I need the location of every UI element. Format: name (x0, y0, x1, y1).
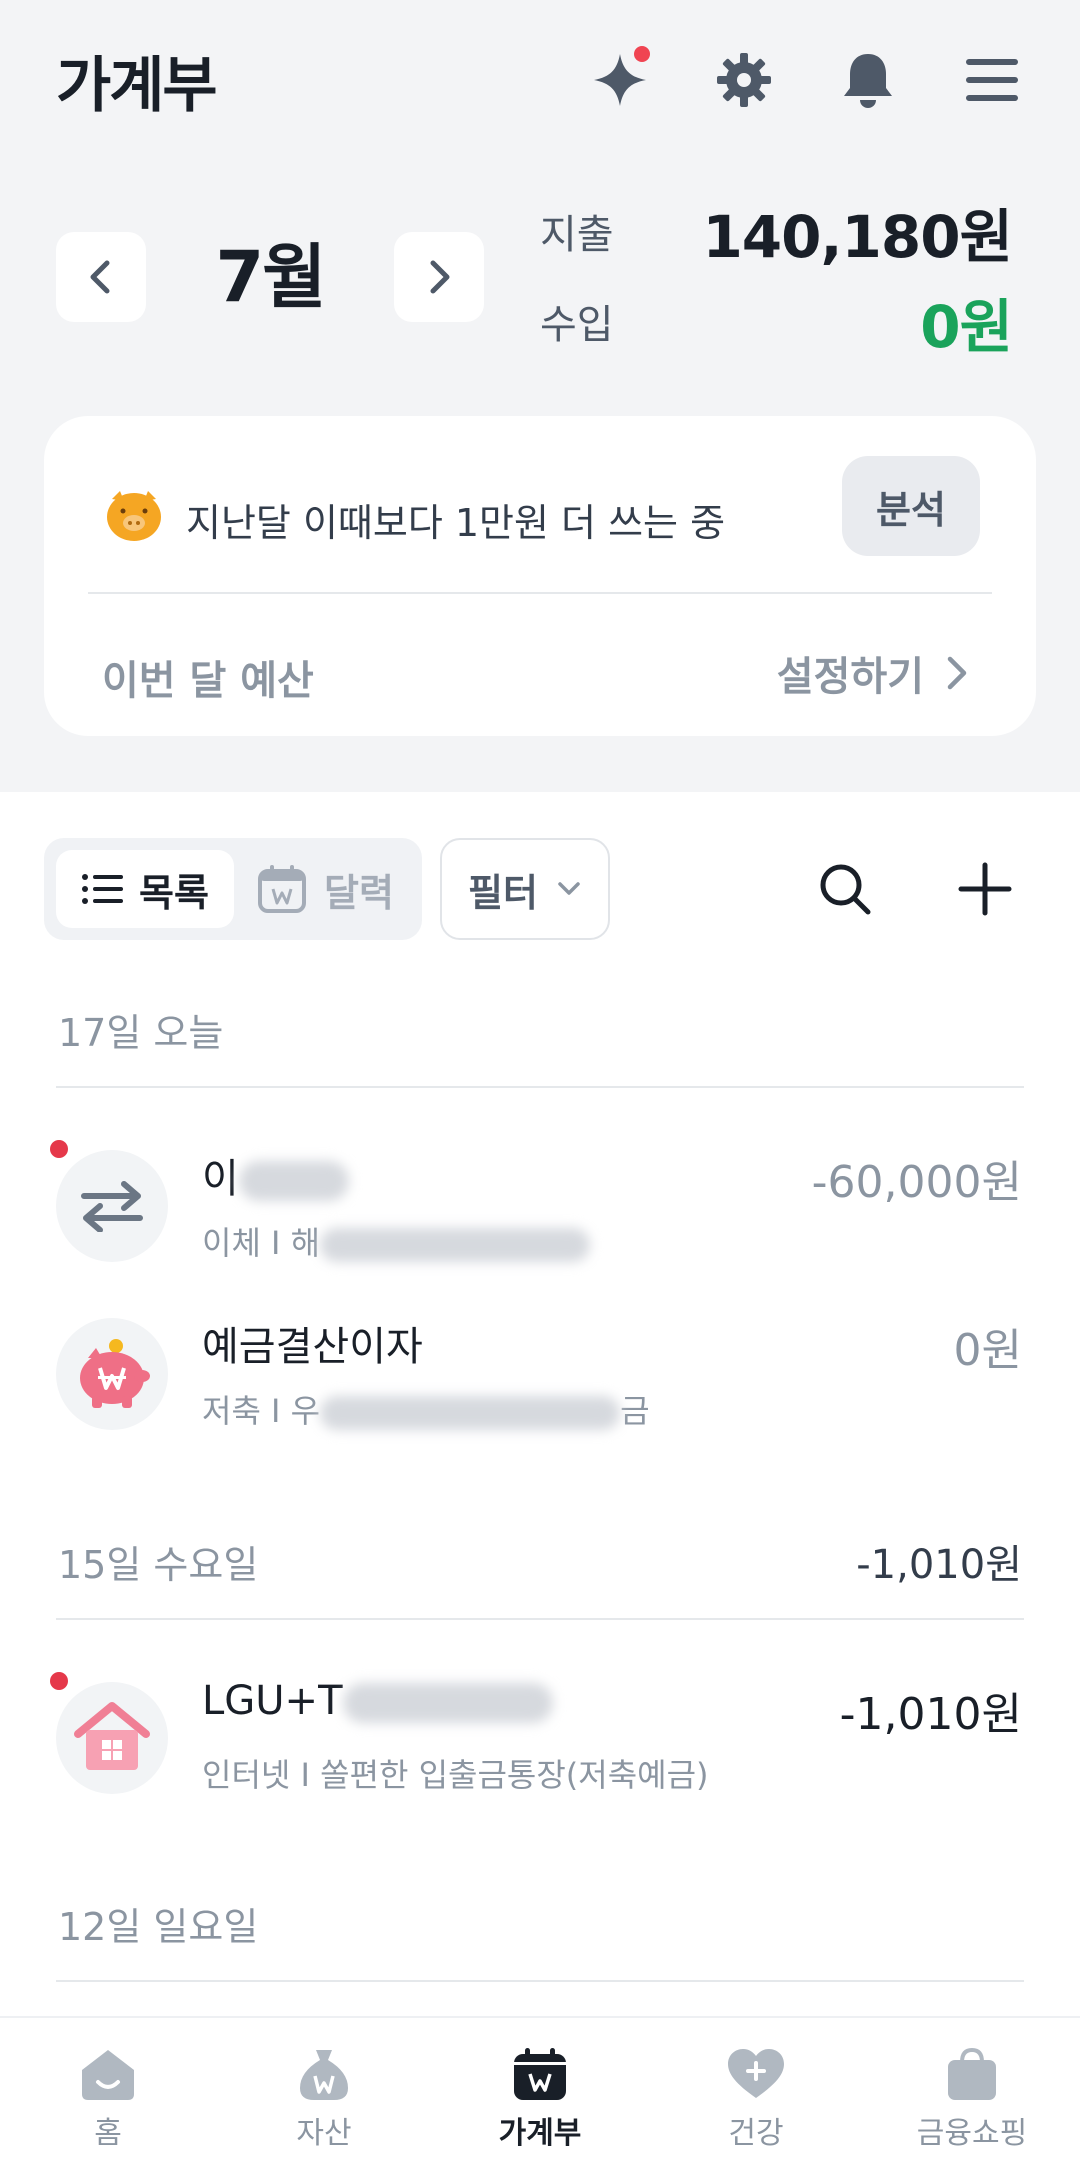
calendar-view-tab[interactable]: 달력 (256, 850, 406, 928)
insight-message: 지난달 이때보다 1만원 더 쓰는 중 (186, 500, 726, 545)
add-icon[interactable] (950, 854, 1020, 924)
nav-label: 금융쇼핑 (916, 2116, 1028, 2151)
sparkle-icon[interactable] (588, 46, 652, 112)
app-header: 가계부 (0, 0, 1080, 160)
filter-dropdown[interactable]: 필터 (440, 838, 610, 940)
calendar-view-label: 달력 (324, 870, 394, 915)
gear-icon[interactable] (712, 48, 776, 112)
list-view-label: 목록 (139, 870, 209, 915)
budget-label: 이번 달 예산 (102, 658, 314, 704)
insight-card: 지난달 이때보다 1만원 더 쓰는 중 분석 이번 달 예산 설정하기 (44, 416, 1036, 736)
nav-assets[interactable]: 자산 (216, 2018, 432, 2172)
analyze-button[interactable]: 분석 (842, 456, 980, 556)
page-title: 가계부 (56, 50, 218, 121)
chevron-right-icon (430, 260, 450, 294)
list-item[interactable]: LGU+T 인터넷 I 쏠편한 입출금통장(저축예금) -1,010원 (0, 1672, 1080, 1822)
money-bag-icon (300, 2050, 348, 2100)
heart-plus-icon (728, 2049, 784, 2098)
bell-icon[interactable] (836, 48, 900, 112)
shopping-bag-icon (948, 2047, 996, 2100)
transaction-list-section: 목록 달력 필터 17일 오늘 이 이체 I 해 -60,000원 예금결산이자… (0, 792, 1080, 2172)
divider (56, 1086, 1024, 1088)
view-toggle: 목록 달력 (44, 838, 422, 940)
unread-dot (50, 1672, 68, 1690)
transaction-title: 예금결산이자 (202, 1324, 423, 1370)
search-icon[interactable] (810, 854, 880, 924)
month-summary: 7월 지출 140,180원 수입 0원 (0, 190, 1080, 370)
budget-set-button[interactable]: 설정하기 (777, 644, 970, 702)
nav-home[interactable]: 홈 (0, 2018, 216, 2172)
current-month: 7월 (215, 236, 326, 318)
card-divider (88, 592, 992, 594)
list-item[interactable]: 이 이체 I 해 -60,000원 (0, 1140, 1080, 1290)
transaction-amount: -1,010원 (839, 1689, 1022, 1740)
piggy-icon (104, 487, 164, 552)
piggy-bank-icon (56, 1318, 168, 1430)
nav-label: 건강 (728, 2116, 784, 2151)
date-header: 17일 오늘 (58, 1011, 224, 1055)
nav-ledger[interactable]: 가계부 (432, 2018, 648, 2172)
transaction-title: 이 (202, 1146, 349, 1204)
transaction-subtitle: 이체 I 해 (202, 1218, 591, 1264)
nav-label: 홈 (94, 2116, 122, 2151)
budget-set-label: 설정하기 (776, 654, 924, 700)
bottom-navigation: 홈 자산 가계부 건강 금융쇼핑 (0, 2016, 1080, 2172)
list-icon (82, 874, 124, 904)
date-header: 12일 일요일 (58, 1905, 259, 1949)
menu-icon[interactable] (960, 48, 1024, 112)
date-header: 15일 수요일 (58, 1543, 259, 1587)
transaction-subtitle: 저축 I 우금 (202, 1392, 650, 1430)
calendar-icon (258, 865, 306, 913)
transaction-amount: 0원 (953, 1325, 1022, 1376)
nav-label: 자산 (296, 2116, 352, 2151)
chevron-left-icon (90, 260, 110, 294)
date-total: -1,010원 (856, 1542, 1022, 1588)
expense-label: 지출 (540, 212, 614, 258)
unread-dot (50, 1140, 68, 1158)
filter-label: 필터 (468, 870, 538, 915)
next-month-button[interactable] (394, 232, 484, 322)
transaction-title: LGU+T (202, 1678, 553, 1724)
income-value[interactable]: 0원 (920, 280, 1013, 364)
house-icon (56, 1682, 168, 1794)
list-item[interactable]: 예금결산이자 저축 I 우금 0원 (0, 1308, 1080, 1458)
income-label: 수입 (540, 302, 614, 348)
transfer-icon (56, 1150, 168, 1262)
transaction-amount: -60,000원 (811, 1157, 1022, 1208)
list-view-tab[interactable]: 목록 (56, 850, 234, 928)
calendar-book-icon (514, 2048, 566, 2100)
divider (56, 1980, 1024, 1982)
divider (56, 1618, 1024, 1620)
home-icon (82, 2050, 134, 2100)
nav-shopping[interactable]: 금융쇼핑 (864, 2018, 1080, 2172)
prev-month-button[interactable] (56, 232, 146, 322)
nav-health[interactable]: 건강 (648, 2018, 864, 2172)
chevron-down-icon (558, 882, 580, 895)
expense-value[interactable]: 140,180원 (702, 190, 1013, 274)
nav-label: 가계부 (498, 2116, 582, 2151)
new-badge (634, 46, 650, 62)
chevron-right-icon (947, 656, 967, 690)
transaction-subtitle: 인터넷 I 쏠편한 입출금통장(저축예금) (202, 1756, 709, 1794)
